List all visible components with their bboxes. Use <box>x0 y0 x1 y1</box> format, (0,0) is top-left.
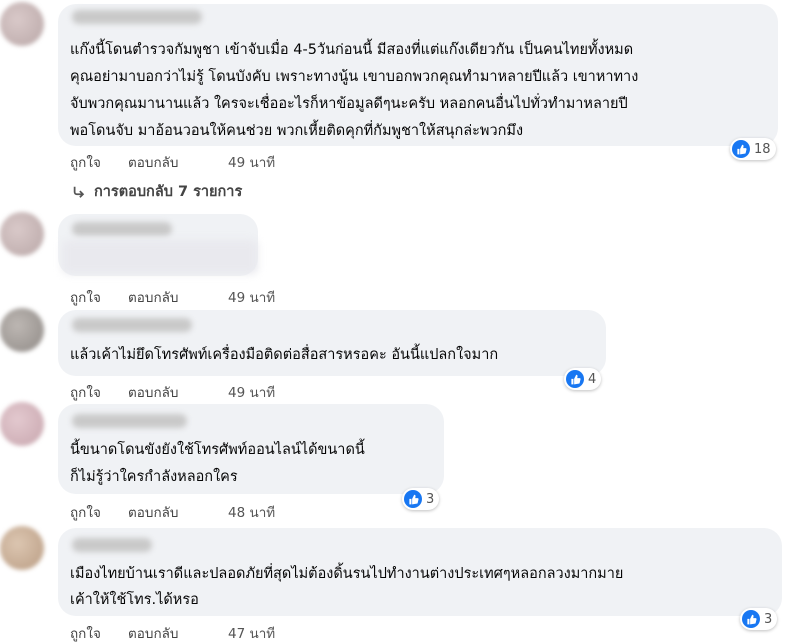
thumbs-up-icon <box>566 370 584 388</box>
thumbs-up-icon <box>732 140 750 158</box>
comment-actions: ถูกใจ ตอบกลับ 48 นาที <box>70 501 275 523</box>
comment-bubble: แก๊งนี้โดนตำรวจกัมพูชา เข้าจับเมื่อ 4-5ว… <box>58 4 778 146</box>
like-button[interactable]: ถูกใจ <box>70 622 128 644</box>
avatar[interactable] <box>0 212 44 256</box>
comment-actions: ถูกใจ ตอบกลับ 49 นาที <box>70 381 275 403</box>
comment-line: เค้าให้ใช้โทร.ได้หรอ <box>70 592 199 608</box>
commenter-name[interactable] <box>72 414 187 428</box>
comment-bubble: นี้ขนาดโดนขังยังใช้โทรศัพท์ออนไลน์ได้ขนา… <box>58 404 444 494</box>
reaction-count-badge[interactable]: 3 <box>740 608 778 630</box>
commenter-name[interactable] <box>72 10 202 24</box>
comment-line: จับพวกคุณมานานแล้ว ใครจะเชื่ออะไรก็หาข้อ… <box>70 96 628 112</box>
like-button[interactable]: ถูกใจ <box>70 381 128 403</box>
avatar[interactable] <box>0 308 44 352</box>
comment-line: ก็ไม่รู้ว่าใครกำลังหลอกใคร <box>70 469 238 485</box>
like-button[interactable]: ถูกใจ <box>70 286 128 308</box>
avatar[interactable] <box>0 402 44 446</box>
timestamp[interactable]: 49 นาที <box>228 381 275 403</box>
avatar[interactable] <box>0 2 44 46</box>
reply-button[interactable]: ตอบกลับ <box>128 151 228 173</box>
like-button[interactable]: ถูกใจ <box>70 501 128 523</box>
thumbs-up-icon <box>742 610 760 628</box>
blurred-comment-text <box>62 240 258 274</box>
commenter-name[interactable] <box>72 538 152 552</box>
thumbs-up-icon <box>404 490 422 508</box>
view-replies-link[interactable]: การตอบกลับ 7 รายการ <box>72 180 242 203</box>
commenter-name[interactable] <box>72 222 172 236</box>
comment-line: พอโดนจับ มาอ้อนวอนให้คนช่วย พวกเหี้ยติดค… <box>70 123 524 139</box>
reaction-count-badge[interactable]: 4 <box>564 368 602 390</box>
timestamp[interactable]: 48 นาที <box>228 501 275 523</box>
comment-line: คุณอย่ามาบอกว่าไม่รู้ โดนบังคับ เพราะทาง… <box>70 69 639 85</box>
reaction-count-badge[interactable]: 3 <box>402 488 440 510</box>
reply-arrow-icon <box>73 186 85 198</box>
comment-actions: ถูกใจ ตอบกลับ 49 นาที <box>70 286 275 308</box>
reaction-count: 3 <box>764 611 773 627</box>
timestamp[interactable]: 49 นาที <box>228 151 275 173</box>
reaction-count: 3 <box>426 491 435 507</box>
avatar[interactable] <box>0 526 44 570</box>
comment-bubble: เมืองไทยบ้านเราดีและปลอดภัยที่สุดไม่ต้อง… <box>58 528 782 616</box>
comment-actions: ถูกใจ ตอบกลับ 49 นาที <box>70 151 275 173</box>
reply-button[interactable]: ตอบกลับ <box>128 501 228 523</box>
comment-line: นี้ขนาดโดนขังยังใช้โทรศัพท์ออนไลน์ได้ขนา… <box>70 442 365 458</box>
like-button[interactable]: ถูกใจ <box>70 151 128 173</box>
comment-line: แก๊งนี้โดนตำรวจกัมพูชา เข้าจับเมื่อ 4-5ว… <box>70 42 634 58</box>
reaction-count-badge[interactable]: 18 <box>730 138 776 160</box>
replies-link-label: การตอบกลับ 7 รายการ <box>94 184 243 200</box>
comment-line: แล้วเค้าไม่ยึดโทรศัพท์เครื่องมือติดต่อสื… <box>70 347 499 363</box>
reply-button[interactable]: ตอบกลับ <box>128 286 228 308</box>
reply-button[interactable]: ตอบกลับ <box>128 381 228 403</box>
reply-button[interactable]: ตอบกลับ <box>128 622 228 644</box>
commenter-name[interactable] <box>72 318 192 332</box>
timestamp[interactable]: 47 นาที <box>228 622 275 644</box>
timestamp[interactable]: 49 นาที <box>228 286 275 308</box>
comment-bubble: แล้วเค้าไม่ยึดโทรศัพท์เครื่องมือติดต่อสื… <box>58 310 606 376</box>
comment-line: เมืองไทยบ้านเราดีและปลอดภัยที่สุดไม่ต้อง… <box>70 566 624 582</box>
reaction-count: 18 <box>754 141 771 157</box>
comment-bubble <box>58 214 258 276</box>
comment-actions: ถูกใจ ตอบกลับ 47 นาที <box>70 622 275 644</box>
reaction-count: 4 <box>588 371 597 387</box>
